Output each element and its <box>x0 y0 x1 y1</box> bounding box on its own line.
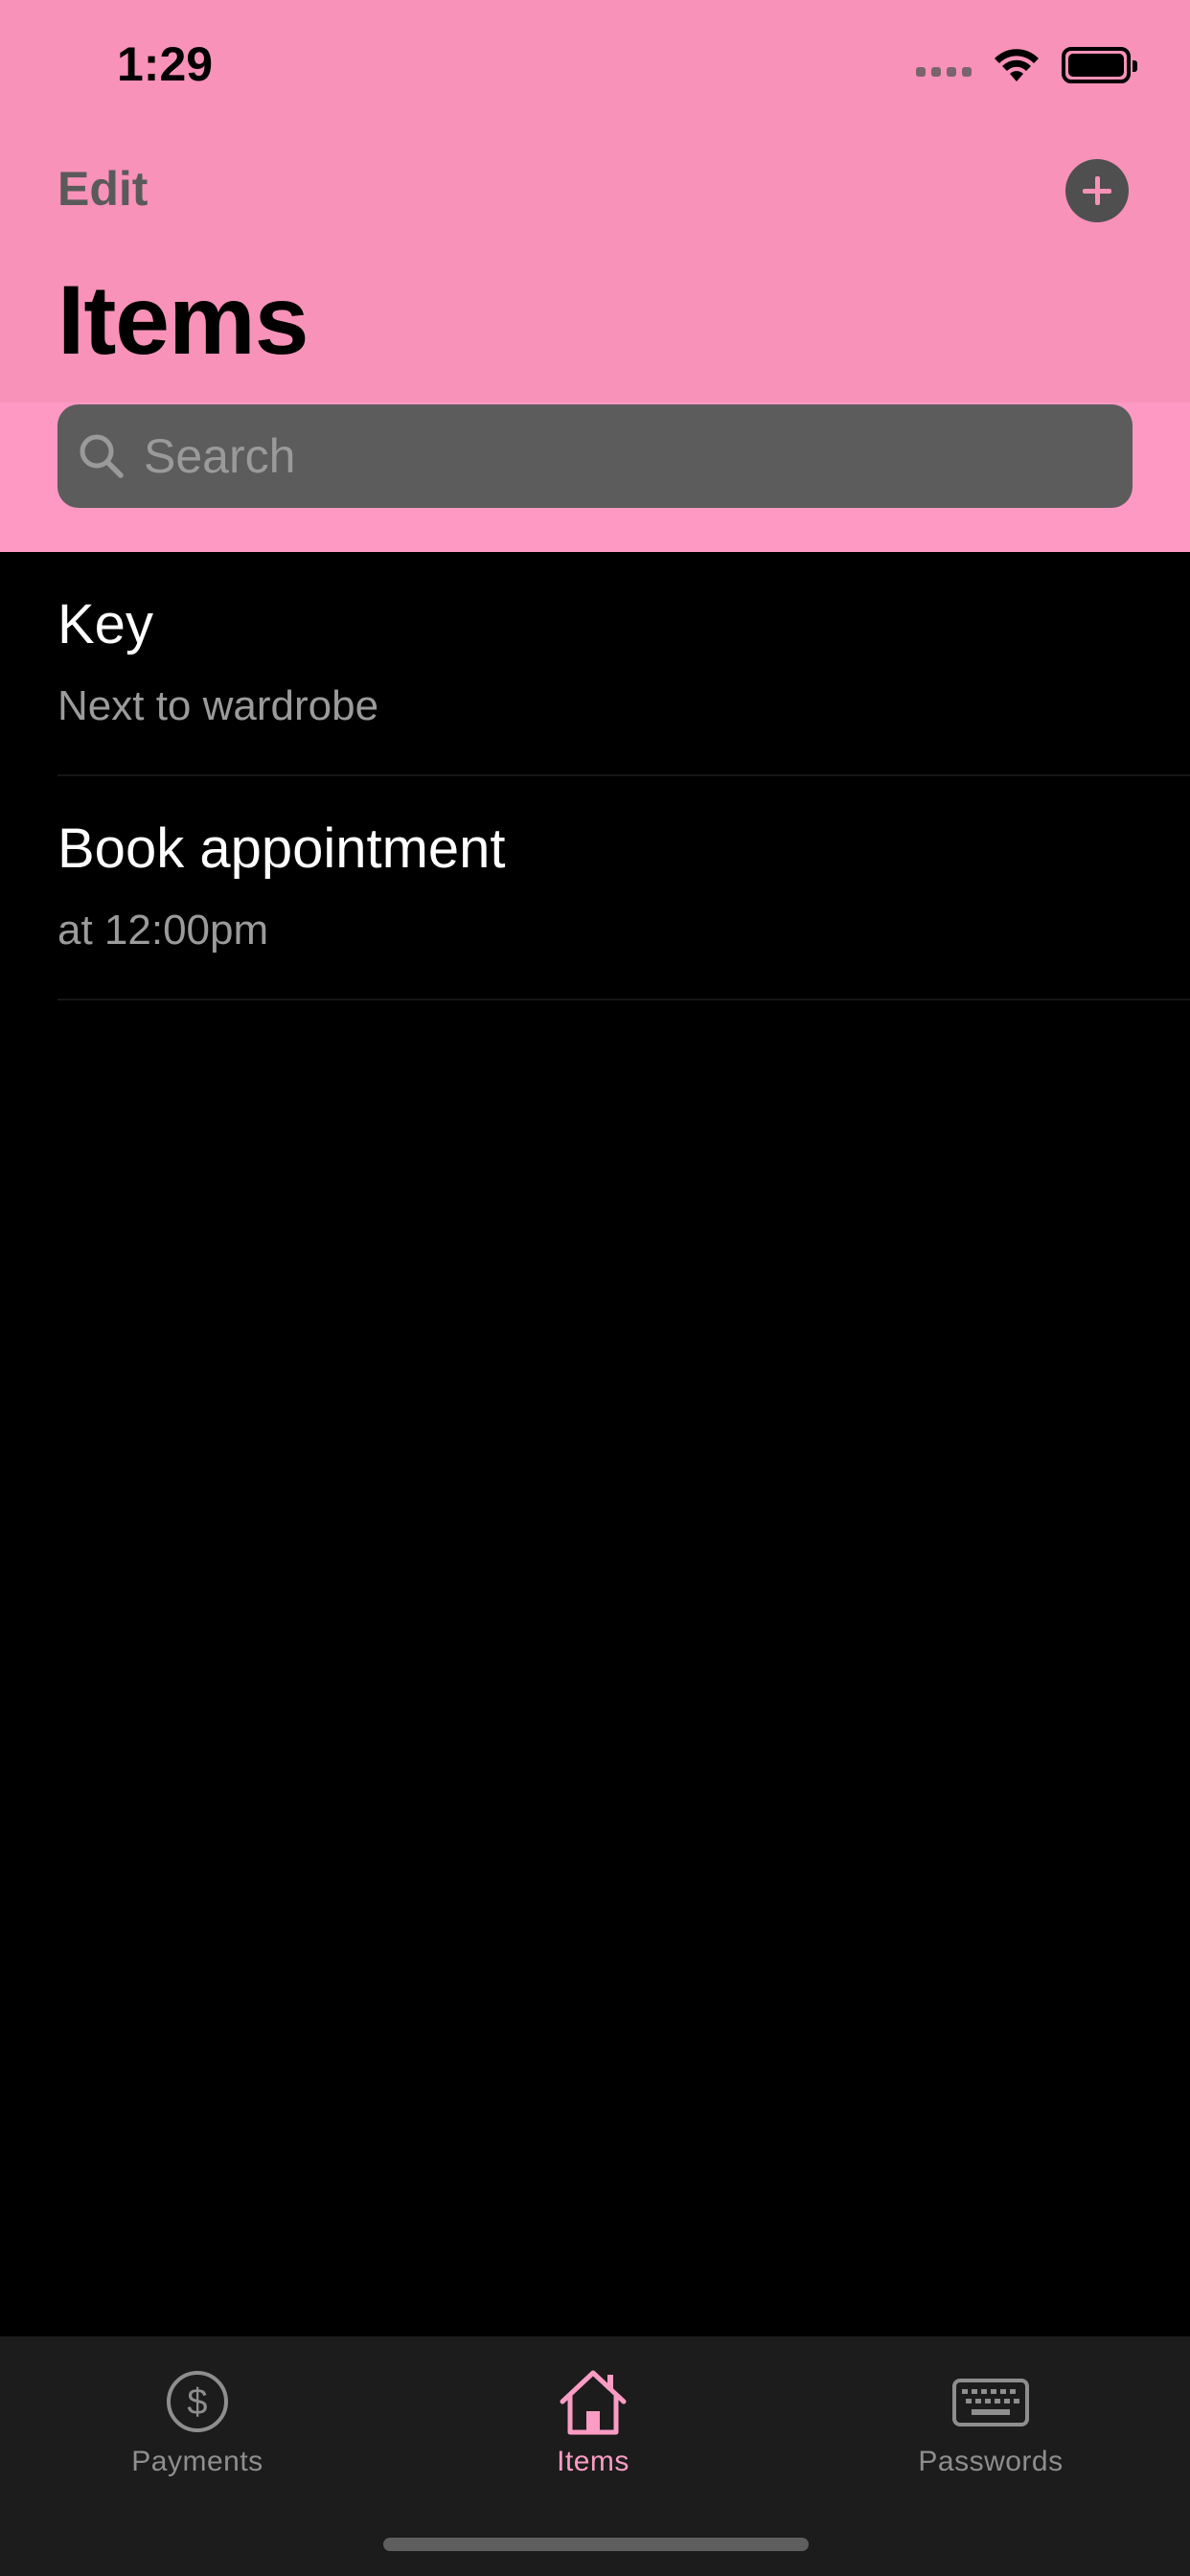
item-title: Key <box>57 593 153 656</box>
add-item-button[interactable] <box>1065 159 1129 222</box>
status-icons <box>916 44 1137 86</box>
tab-label: Payments <box>131 2446 263 2477</box>
status-time: 1:29 <box>117 37 214 91</box>
header: 1:29 Edit Items <box>0 0 1190 552</box>
search-icon <box>80 434 124 478</box>
search-bar[interactable] <box>57 404 1133 508</box>
tab-label: Passwords <box>918 2446 1064 2477</box>
keyboard-icon <box>952 2379 1029 2426</box>
tab-passwords[interactable]: Passwords <box>847 2363 1134 2517</box>
tab-label: Items <box>557 2446 629 2477</box>
house-icon <box>560 2370 627 2435</box>
home-indicator[interactable] <box>383 2538 809 2551</box>
row-divider <box>57 999 1190 1000</box>
list-item[interactable]: Key Next to wardrobe <box>0 552 1190 776</box>
wifi-icon <box>995 49 1039 81</box>
items-list: Key Next to wardrobe Book appointment at… <box>0 552 1190 1000</box>
dollar-circle-icon: $ <box>167 2371 228 2432</box>
item-title: Book appointment <box>57 817 506 880</box>
svg-text:$: $ <box>187 2382 207 2423</box>
cellular-signal-icon <box>916 67 972 77</box>
search-input[interactable] <box>144 404 1102 508</box>
page-title: Items <box>57 265 309 375</box>
app-screen: 1:29 Edit Items Key <box>0 0 1190 2576</box>
list-item[interactable]: Book appointment at 12:00pm <box>0 776 1190 1000</box>
tab-payments[interactable]: $ Payments <box>54 2363 341 2517</box>
item-subtitle: Next to wardrobe <box>57 682 379 729</box>
item-subtitle: at 12:00pm <box>57 907 269 954</box>
battery-icon <box>1062 47 1137 83</box>
tab-items[interactable]: Items <box>449 2363 737 2517</box>
edit-button[interactable]: Edit <box>57 161 148 217</box>
